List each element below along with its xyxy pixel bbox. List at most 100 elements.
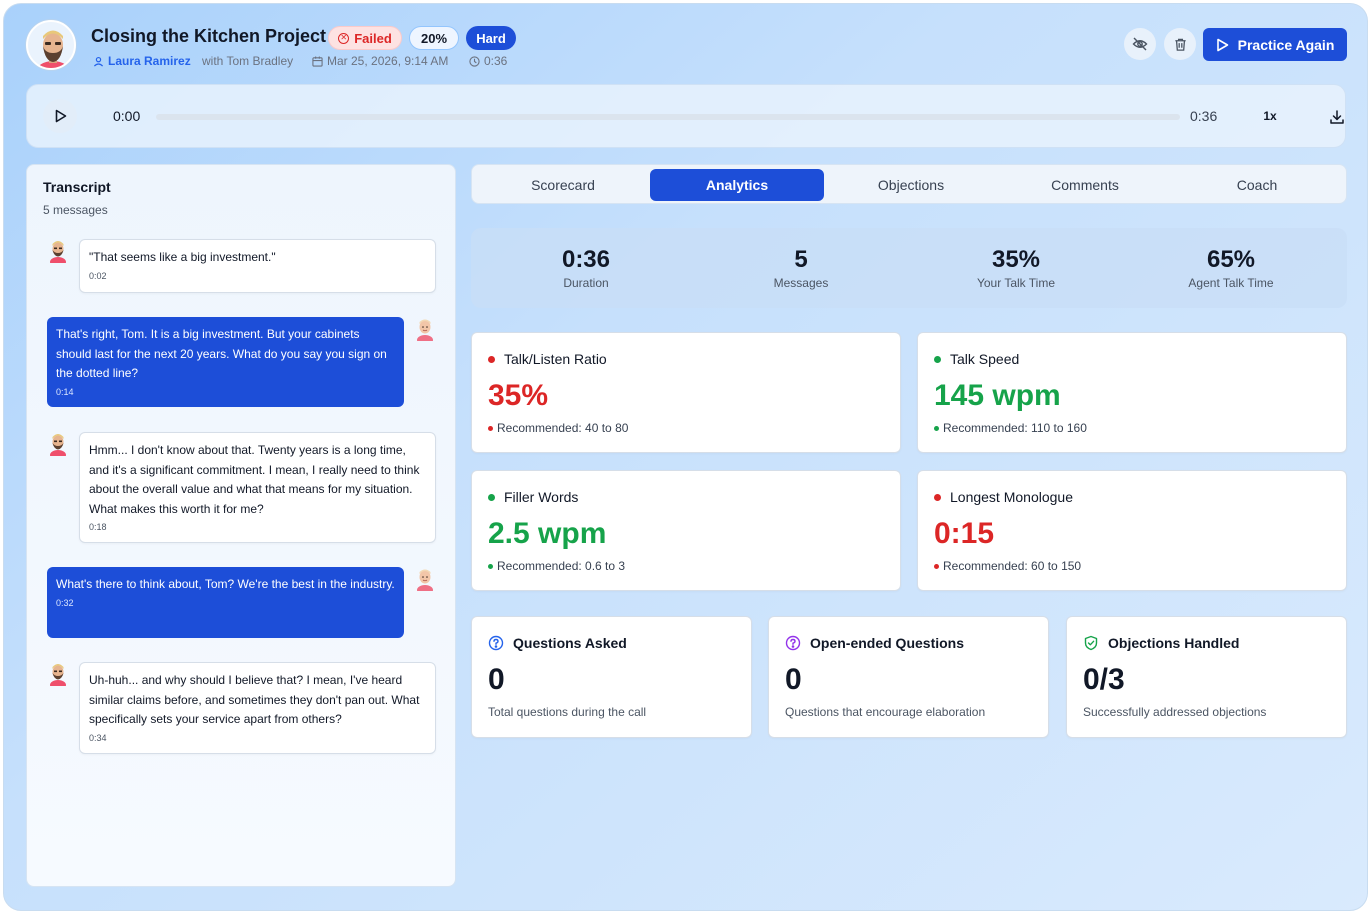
metric-recommended-text: Recommended: 110 to 160 [943, 421, 1087, 435]
user-name: Laura Ramirez [108, 54, 191, 68]
prospect-message: Hmm... I don't know about that. Twenty y… [79, 432, 436, 543]
stat-value: 35% [991, 246, 1041, 273]
message-timestamp: 0:14 [56, 386, 74, 397]
card-description: Successfully addressed objections [1083, 705, 1267, 719]
metric-recommended: Recommended: 0.6 to 3 [488, 559, 625, 573]
status-dot [934, 425, 939, 431]
card-title: Open-ended Questions [785, 635, 964, 651]
metric-recommended: Recommended: 60 to 150 [934, 559, 1081, 573]
tab-analytics[interactable]: Analytics [650, 169, 824, 201]
status-dot [934, 493, 941, 501]
clock-icon [469, 55, 480, 67]
prospect-message: Uh-huh... and why should I believe that?… [79, 662, 436, 754]
status-dot [488, 563, 493, 569]
card-description: Total questions during the call [488, 705, 647, 719]
tab-coach[interactable]: Coach [1170, 169, 1344, 201]
message-timestamp: 0:18 [89, 522, 107, 532]
card-title-text: Objections Handled [1108, 635, 1240, 651]
metric-recommended-text: Recommended: 40 to 80 [497, 421, 629, 435]
status-badge-label: Failed [354, 30, 392, 46]
practice-again-button[interactable]: Practice Again [1203, 28, 1347, 61]
talk-listen-ratio-card: Talk/Listen Ratio 35% Recommended: 40 to… [471, 332, 901, 453]
message-text: That's right, Tom. It is a big investmen… [56, 327, 387, 380]
user-link[interactable]: Laura Ramirez [93, 54, 191, 68]
status-dot [488, 425, 493, 431]
download-button[interactable] [1325, 105, 1349, 129]
transcript-panel: Transcript 5 messages "That seems like a… [26, 164, 456, 887]
tab-comments[interactable]: Comments [998, 169, 1172, 201]
open-ended-questions-card: Open-ended Questions 0 Questions that en… [768, 616, 1049, 738]
transcript-count: 5 messages [43, 203, 108, 217]
stat-value: 5 [794, 246, 808, 273]
card-title-text: Open-ended Questions [810, 635, 965, 651]
card-title-text: Questions Asked [513, 635, 627, 651]
eye-off-icon [1132, 37, 1148, 51]
metric-title: Talk/Listen Ratio [488, 351, 607, 367]
prospect-avatar [47, 239, 69, 267]
play-button[interactable] [43, 99, 77, 133]
status-dot [934, 563, 939, 569]
filler-words-card: Filler Words 2.5 wpm Recommended: 0.6 to… [471, 470, 901, 591]
playback-speed-button[interactable]: 1x [1255, 104, 1285, 128]
stat-agent-talk-time: 65% Agent Talk Time [1131, 246, 1331, 290]
tab-bar: Scorecard Analytics Objections Comments … [471, 164, 1347, 204]
metric-recommended: Recommended: 110 to 160 [934, 421, 1087, 435]
message-timestamp: 0:34 [89, 732, 107, 743]
metric-value: 35% [488, 379, 549, 412]
question-circle-icon [488, 635, 504, 651]
card-description: Questions that encourage elaboration [785, 705, 986, 719]
score-badge: 20% [409, 26, 459, 50]
prospect-message: "That seems like a big investment." 0:02 [79, 239, 436, 293]
stat-duration: 0:36 Duration [486, 246, 686, 290]
status-badge: ✕ Failed [328, 26, 402, 50]
message-text: Uh-huh... and why should I believe that?… [89, 673, 420, 726]
metric-recommended-text: Recommended: 60 to 150 [943, 559, 1082, 573]
question-circle-icon [785, 635, 801, 651]
card-value: 0 [488, 663, 505, 696]
prospect-avatar [26, 20, 76, 70]
delete-button[interactable] [1164, 28, 1196, 60]
stat-label: Your Talk Time [976, 276, 1056, 290]
talk-speed-card: Talk Speed 145 wpm Recommended: 110 to 1… [917, 332, 1347, 453]
agent-message: What's there to think about, Tom? We're … [47, 567, 404, 638]
metric-title: Filler Words [488, 489, 578, 505]
status-dot [488, 493, 495, 501]
stat-value: 65% [1206, 246, 1256, 273]
transcript-title: Transcript [43, 179, 111, 195]
status-dot [934, 355, 941, 363]
metric-title-text: Longest Monologue [950, 489, 1073, 505]
difficulty-badge: Hard [466, 26, 516, 50]
tab-scorecard[interactable]: Scorecard [476, 169, 650, 201]
metric-title: Talk Speed [934, 351, 1019, 367]
play-icon [55, 109, 66, 123]
with-text: with Tom Bradley [202, 54, 294, 68]
audio-player: 0:00 0:36 1x [26, 84, 1346, 148]
page-title: Closing the Kitchen Project [91, 26, 327, 46]
message-timestamp: 0:02 [89, 270, 107, 281]
current-time: 0:00 [113, 108, 141, 124]
stat-label: Agent Talk Time [1188, 276, 1274, 290]
stat-messages: 5 Messages [701, 246, 901, 290]
hide-button[interactable] [1124, 28, 1156, 60]
metric-title-text: Talk/Listen Ratio [504, 351, 607, 367]
trash-icon [1174, 38, 1186, 51]
total-time: 0:36 [1190, 108, 1218, 124]
message-timestamp: 0:32 [56, 597, 74, 608]
objections-handled-card: Objections Handled 0/3 Successfully addr… [1066, 616, 1347, 738]
tab-objections[interactable]: Objections [824, 169, 998, 201]
agent-message: That's right, Tom. It is a big investmen… [47, 317, 404, 407]
message-text: What's there to think about, Tom? We're … [56, 577, 395, 591]
message-text: "That seems like a big investment." [89, 250, 276, 264]
longest-monologue-card: Longest Monologue 0:15 Recommended: 60 t… [917, 470, 1347, 591]
stat-your-talk-time: 35% Your Talk Time [916, 246, 1116, 290]
progress-bar[interactable] [156, 114, 1180, 120]
shield-check-icon [1084, 635, 1098, 651]
status-dot [488, 355, 495, 363]
metric-title: Longest Monologue [934, 489, 1073, 505]
card-title: Objections Handled [1083, 635, 1239, 651]
date-text: Mar 25, 2026, 9:14 AM [327, 54, 449, 68]
questions-asked-card: Questions Asked 0 Total questions during… [471, 616, 752, 738]
card-value: 0/3 [1083, 663, 1125, 696]
metric-value: 0:15 [934, 517, 995, 550]
card-value: 0 [785, 663, 802, 696]
